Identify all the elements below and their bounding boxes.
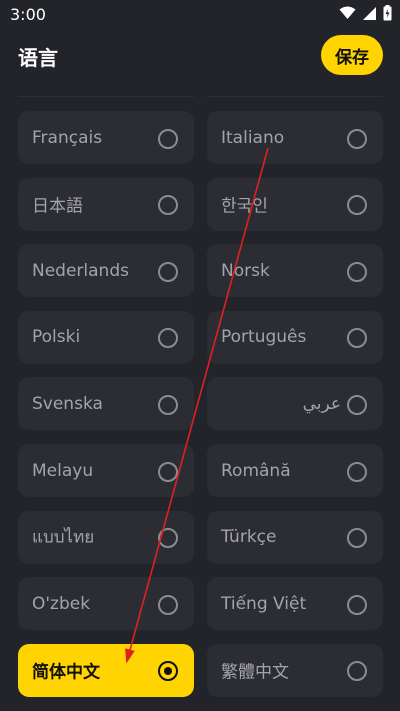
radio-unchecked-icon[interactable] <box>158 261 178 282</box>
language-option-lang-9[interactable]: عربي <box>207 377 383 431</box>
radio-unchecked-icon[interactable] <box>158 128 178 149</box>
language-label: 繁體中文 <box>221 662 289 683</box>
radio-dot-icon <box>164 667 172 676</box>
radio-unchecked-icon[interactable] <box>158 594 178 615</box>
language-label: Norsk <box>221 260 270 281</box>
language-option-francais[interactable]: Français <box>18 111 194 164</box>
language-option-lang-16[interactable]: 简体中文 <box>18 643 194 697</box>
language-option-lang-12[interactable]: แบบไทย <box>18 510 194 564</box>
radio-unchecked-icon[interactable] <box>347 528 367 549</box>
radio-unchecked-icon[interactable] <box>347 328 367 349</box>
radio-unchecked-icon[interactable] <box>158 394 178 415</box>
language-label: Português <box>221 327 307 348</box>
header: 语言 保存 <box>0 30 400 80</box>
language-option-melayu[interactable]: Melayu <box>18 444 194 497</box>
status-bar: 3:00 <box>0 0 400 30</box>
language-label: Polski <box>32 327 81 348</box>
language-label: Melayu <box>32 460 94 481</box>
language-label: แบบไทย <box>32 527 95 548</box>
radio-unchecked-icon[interactable] <box>158 195 178 216</box>
battery-icon <box>383 5 392 21</box>
language-option-polski[interactable]: Polski <box>18 310 194 364</box>
language-option-svenska[interactable]: Svenska <box>18 377 194 431</box>
radio-unchecked-icon[interactable] <box>158 528 178 549</box>
language-option-nederlands[interactable]: Nederlands <box>18 244 194 298</box>
page-title: 语言 <box>18 46 58 70</box>
radio-unchecked-icon[interactable] <box>347 195 367 216</box>
divider-left <box>18 96 194 97</box>
language-label: 한국인 <box>221 196 268 217</box>
language-option-portugues[interactable]: Português <box>207 310 383 364</box>
radio-checked-icon[interactable] <box>158 661 178 682</box>
wifi-icon <box>339 6 356 19</box>
radio-unchecked-icon[interactable] <box>347 594 367 615</box>
language-label: Tiếng Việt <box>221 593 307 614</box>
language-option-o-zbek[interactable]: O'zbek <box>18 577 194 631</box>
language-label: Türkçe <box>221 527 277 548</box>
language-label: 简体中文 <box>32 662 100 683</box>
language-label: عربي <box>302 393 341 414</box>
language-option-lang-3[interactable]: 한국인 <box>207 177 383 231</box>
language-label: 日本語 <box>32 196 83 217</box>
language-label: Français <box>32 127 103 148</box>
radio-unchecked-icon[interactable] <box>158 328 178 349</box>
language-option-norsk[interactable]: Norsk <box>207 244 383 298</box>
status-time: 3:00 <box>10 5 46 24</box>
radio-unchecked-icon[interactable] <box>347 261 367 282</box>
radio-unchecked-icon[interactable] <box>158 461 178 482</box>
signal-icon <box>363 6 376 20</box>
language-option-lang-2[interactable]: 日本語 <box>18 177 194 231</box>
radio-unchecked-icon[interactable] <box>347 461 367 482</box>
language-label: Svenska <box>32 393 103 414</box>
language-option-lang-17[interactable]: 繁體中文 <box>207 643 383 697</box>
divider-right <box>207 96 383 97</box>
language-label: Română <box>221 460 291 481</box>
radio-unchecked-icon[interactable] <box>347 128 367 149</box>
language-option-turkce[interactable]: Türkçe <box>207 510 383 564</box>
save-button[interactable]: 保存 <box>321 35 383 75</box>
language-label: O'zbek <box>32 593 91 614</box>
language-option-italiano[interactable]: Italiano <box>207 111 383 164</box>
status-icons <box>339 5 392 21</box>
radio-unchecked-icon[interactable] <box>347 394 367 415</box>
language-option-tieng-viet[interactable]: Tiếng Việt <box>207 577 383 631</box>
language-label: Nederlands <box>32 260 129 281</box>
language-label: Italiano <box>221 127 285 148</box>
radio-unchecked-icon[interactable] <box>347 661 367 682</box>
language-option-romana[interactable]: Română <box>207 444 383 497</box>
